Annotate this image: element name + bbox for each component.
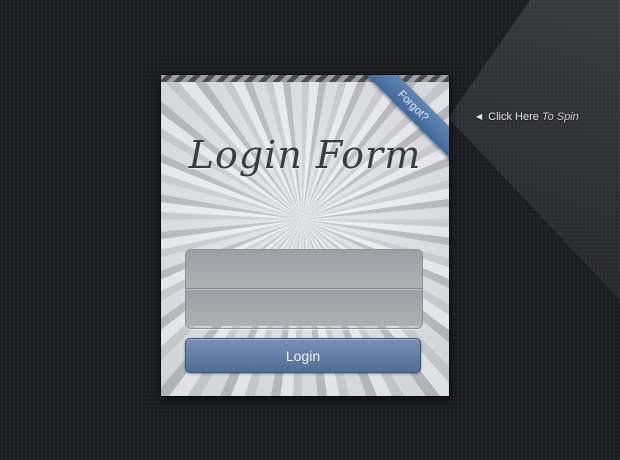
- spin-link[interactable]: ◀ Click Here To Spin: [476, 111, 579, 123]
- login-button[interactable]: Login: [185, 338, 421, 373]
- form-title: Login Form: [188, 133, 422, 177]
- panel-stripes: [161, 75, 449, 82]
- credentials-group: [185, 249, 423, 329]
- password-field[interactable]: [186, 288, 422, 326]
- login-panel: Forgot? Login Form Login: [161, 75, 449, 396]
- spin-link-emphasis: To Spin: [541, 111, 579, 123]
- spin-link-label: Click Here: [488, 111, 539, 123]
- username-field[interactable]: [186, 250, 422, 288]
- triangle-left-icon: ◀: [476, 112, 483, 121]
